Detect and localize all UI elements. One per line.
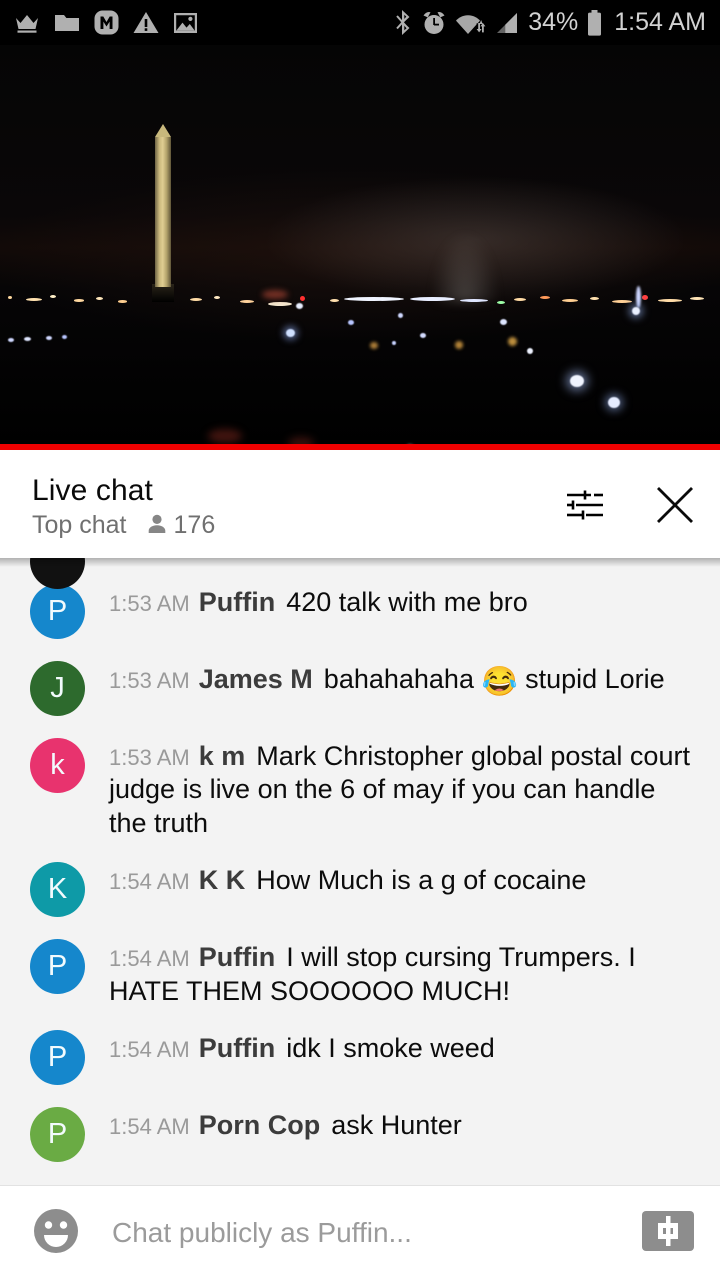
message-body: 1:54 AM Puffin I will stop cursing Trumper… xyxy=(109,937,694,1008)
folder-icon xyxy=(54,12,80,33)
list-item[interactable]: P 1:54 AM Puffin I will stop cursing Trump… xyxy=(0,927,720,1018)
message-text: idk I smoke weed xyxy=(286,1033,495,1064)
avatar: P xyxy=(30,584,85,639)
message-timestamp: 1:54 AM xyxy=(109,946,190,972)
chat-settings-button[interactable] xyxy=(562,484,608,530)
message-timestamp: 1:54 AM xyxy=(109,869,190,895)
crown-icon xyxy=(14,12,40,34)
message-timestamp: 1:54 AM xyxy=(109,1037,190,1063)
list-item[interactable]: J 1:53 AM James M bahahahaha 😂 stupid Lori… xyxy=(0,649,720,726)
chat-header-actions xyxy=(562,484,698,530)
message-body: 1:54 AM Porn Cop ask Hunter xyxy=(109,1105,462,1142)
avatar: P xyxy=(30,939,85,995)
phone-screen: 34% 1:54 AM Live chat Top chat 176 P 1:5… xyxy=(0,0,720,1280)
viewer-count-label: 176 xyxy=(173,511,216,540)
close-chat-button[interactable] xyxy=(652,484,698,530)
tune-sliders-icon xyxy=(565,488,605,527)
night-sky-backdrop xyxy=(0,45,720,450)
battery-percent-label: 34% xyxy=(528,8,579,36)
emoji-smiley-icon xyxy=(30,1208,82,1261)
clipped-message-row xyxy=(0,558,720,589)
message-author[interactable]: James M xyxy=(199,664,313,694)
close-x-icon xyxy=(654,484,696,531)
message-author[interactable]: Porn Cop xyxy=(199,1110,321,1140)
avatar: K xyxy=(30,862,85,918)
message-text: Mark Christopher global postal court jud… xyxy=(109,741,690,838)
avatar: P xyxy=(30,1030,85,1086)
wifi-icon xyxy=(456,11,486,35)
chat-header-titles: Live chat Top chat 176 xyxy=(32,474,215,540)
message-author[interactable]: k m xyxy=(199,741,246,771)
super-chat-button[interactable] xyxy=(642,1210,694,1256)
avatar: k xyxy=(30,738,85,793)
list-item[interactable]: P 1:53 AM Puffin 420 talk with me bro xyxy=(0,572,720,649)
alarm-clock-icon xyxy=(421,10,447,36)
message-timestamp: 1:53 AM xyxy=(109,668,190,693)
list-item[interactable]: P 1:54 AM Porn Cop ask Hunter xyxy=(0,1095,720,1172)
status-bar: 34% 1:54 AM xyxy=(0,0,720,45)
person-icon xyxy=(146,513,168,540)
cell-signal-icon xyxy=(495,12,519,34)
warning-triangle-icon xyxy=(133,11,159,34)
list-item[interactable]: K 1:54 AM K K How Much is a g of cocaine xyxy=(0,850,720,927)
chat-title: Live chat xyxy=(32,474,153,508)
laughing-emoji: 😂 xyxy=(481,666,518,698)
message-author[interactable]: Puffin xyxy=(199,587,275,617)
message-author[interactable]: Puffin xyxy=(199,942,275,972)
message-body: 1:54 AM K K How Much is a g of cocaine xyxy=(109,860,586,897)
super-chat-dollar-icon xyxy=(642,1210,694,1256)
message-text: How Much is a g of cocaine xyxy=(256,865,587,896)
message-timestamp: 1:53 AM xyxy=(109,745,190,770)
clock-label: 1:54 AM xyxy=(614,8,706,36)
list-item[interactable]: k 1:53 AM k m Mark Christopher global post… xyxy=(0,726,720,850)
viewer-count-group: 176 xyxy=(146,511,216,540)
live-chat-header: Live chat Top chat 176 xyxy=(0,456,720,558)
avatar: P xyxy=(30,1107,85,1163)
message-text: bahahahaha xyxy=(323,664,482,694)
message-text: ask Hunter xyxy=(331,1110,462,1141)
message-timestamp: 1:54 AM xyxy=(109,1114,190,1140)
chat-input-field[interactable]: Chat publicly as Puffin... xyxy=(112,1219,642,1247)
bluetooth-icon xyxy=(395,9,412,36)
message-timestamp: 1:53 AM xyxy=(109,591,190,616)
message-text: 420 talk with me bro xyxy=(286,587,528,617)
avatar: J xyxy=(30,661,85,716)
image-icon xyxy=(173,12,198,34)
message-body: 1:53 AM Puffin 420 talk with me bro xyxy=(109,582,528,619)
list-item[interactable]: P 1:54 AM Puffin idk I smoke weed xyxy=(0,1018,720,1095)
message-author[interactable]: Puffin xyxy=(199,1033,275,1063)
video-progress-bar[interactable] xyxy=(0,444,720,450)
chat-subtitle-row: Top chat 176 xyxy=(32,512,215,540)
video-player[interactable] xyxy=(0,45,720,450)
message-text-continued: stupid Lorie xyxy=(517,664,665,694)
message-body: 1:53 AM James M bahahahaha 😂 stupid Lorie xyxy=(109,659,665,701)
battery-icon xyxy=(587,9,602,36)
chat-mode-label[interactable]: Top chat xyxy=(32,512,127,540)
message-body: 1:53 AM k m Mark Christopher global postal… xyxy=(109,736,694,840)
chat-message-list[interactable]: P 1:53 AM Puffin 420 talk with me bro J 1:… xyxy=(0,558,720,1185)
status-bar-left-icons xyxy=(14,10,198,35)
m-app-icon xyxy=(94,10,119,35)
washington-monument xyxy=(155,124,171,287)
city-lights xyxy=(0,286,720,312)
chat-input-bar: Chat publicly as Puffin... xyxy=(0,1185,720,1280)
emoji-picker-button[interactable] xyxy=(30,1205,82,1262)
status-bar-right-icons: 34% 1:54 AM xyxy=(395,9,706,36)
message-body: 1:54 AM Puffin idk I smoke weed xyxy=(109,1028,495,1065)
message-author[interactable]: K K xyxy=(199,865,246,895)
